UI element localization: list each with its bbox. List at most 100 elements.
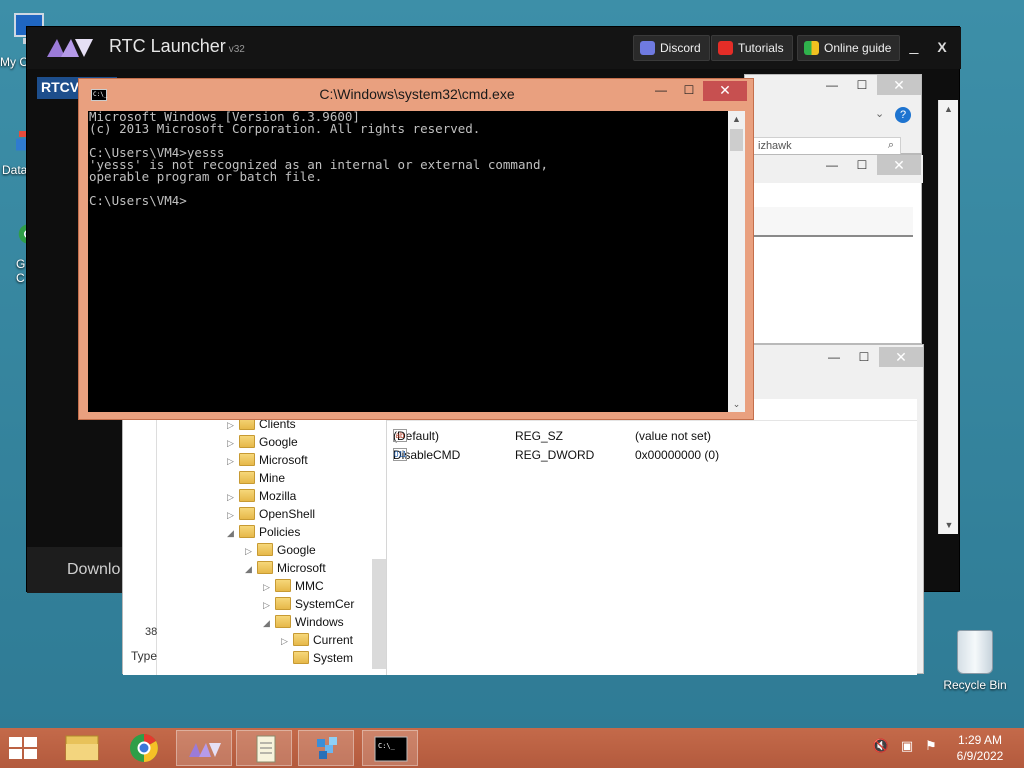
regedit-icon	[317, 737, 337, 759]
taskbar: C:\_ 🔇 ▣ ⚑ 1:29 AM 6/9/2022	[0, 728, 1024, 768]
minimize-icon[interactable]: —	[817, 75, 847, 95]
volume-muted-icon[interactable]: 🔇	[872, 738, 890, 756]
explorer-window-back: — ☐ ✕ ⌄ ? izhawk ⌕	[744, 74, 922, 155]
search-input[interactable]: izhawk ⌕	[753, 137, 901, 155]
action-center-icon[interactable]: ⚑	[922, 738, 940, 756]
cmd-scrollbar[interactable]: ▲ ⌄	[728, 111, 745, 412]
help-icon[interactable]: ?	[895, 107, 911, 123]
explorer-window-mid: — ☐ ✕	[744, 154, 923, 344]
address-dropdown-icon[interactable]: ⌄	[875, 107, 884, 120]
minimize-icon[interactable]: —	[647, 81, 675, 101]
windows-start-icon[interactable]	[8, 736, 38, 760]
notepad-icon	[256, 735, 276, 763]
registry-key-label: Mozilla	[259, 489, 297, 503]
registry-tree[interactable]: ▷ Clients ▷ Google ▷ Microsoft Mine ▷ Mozilla ▷ Op…	[157, 417, 387, 675]
maximize-icon[interactable]: ☐	[847, 155, 877, 175]
rtc-close-button[interactable]: X	[929, 35, 955, 61]
rtc-download-label[interactable]: Downlo	[27, 547, 123, 593]
folder-icon	[257, 561, 273, 574]
tree-scrollbar[interactable]	[372, 559, 386, 669]
close-icon[interactable]: ✕	[879, 347, 923, 367]
network-icon[interactable]: ▣	[898, 738, 916, 756]
registry-key-systemcer[interactable]: ▷ SystemCer	[263, 597, 354, 615]
folder-icon	[275, 615, 291, 628]
rtc-minimize-button[interactable]: _	[901, 35, 927, 61]
close-icon[interactable]: ✕	[703, 81, 747, 101]
registry-key-microsoft[interactable]: ◢ Microsoft	[245, 561, 326, 579]
registry-key-google[interactable]: ▷ Google	[245, 543, 316, 561]
value-data: (value not set)	[635, 429, 712, 443]
registry-values-list[interactable]: ab (Default) REG_SZ (value not set) 011 Disab…	[387, 399, 917, 675]
cmd-window[interactable]: C:\_ C:\Windows\system32\cmd.exe — ☐ ✕ M…	[78, 78, 754, 420]
rtc-title: RTC Launcher v32	[109, 36, 245, 56]
registry-key-label: MMC	[295, 579, 324, 593]
clock-date: 6/9/2022	[956, 749, 1004, 763]
rtc-version: v32	[228, 44, 245, 55]
scroll-up-icon[interactable]: ▲	[939, 104, 958, 114]
console-line: operable program or batch file.	[89, 169, 323, 184]
close-icon[interactable]: ✕	[877, 75, 921, 95]
minimize-icon[interactable]: —	[819, 347, 849, 367]
clock[interactable]: 1:29 AM 6/9/2022	[944, 732, 1016, 764]
expand-arrow-icon[interactable]: ▷	[263, 582, 275, 593]
registry-key-openshell[interactable]: ▷ OpenShell	[227, 507, 315, 525]
expand-arrow-icon[interactable]: ▷	[227, 510, 239, 521]
folder-icon	[275, 597, 291, 610]
desktop-icon-label: Recycle Bin	[943, 678, 1007, 692]
scroll-up-icon[interactable]: ▲	[728, 111, 745, 127]
expand-arrow-icon[interactable]: ▷	[227, 438, 239, 449]
expand-arrow-icon[interactable]: ◢	[245, 564, 257, 575]
online-guide-button[interactable]: Online guide	[797, 35, 901, 61]
registry-key-mine[interactable]: Mine	[227, 471, 285, 489]
close-icon[interactable]: ✕	[877, 155, 921, 175]
discord-button[interactable]: Discord	[633, 35, 710, 61]
registry-key-mozilla[interactable]: ▷ Mozilla	[227, 489, 296, 507]
registry-key-label: Google	[259, 435, 298, 449]
notepad-taskbar-button[interactable]	[236, 730, 292, 766]
regedit-taskbar-button[interactable]	[298, 730, 354, 766]
registry-value-row[interactable]: 011 DisableCMD REG_DWORD 0x00000000 (0)	[393, 448, 913, 466]
recycle-bin-icon	[957, 630, 993, 674]
folder-icon	[239, 489, 255, 502]
scroll-down-icon[interactable]: ▼	[939, 520, 959, 530]
expand-arrow-icon[interactable]: ▷	[263, 600, 275, 611]
maximize-icon[interactable]: ☐	[847, 75, 877, 95]
registry-key-current[interactable]: ▷ Current	[281, 633, 353, 651]
guide-icon	[804, 41, 819, 55]
rtc-taskbar-button[interactable]	[176, 730, 232, 766]
registry-key-google[interactable]: ▷ Google	[227, 435, 298, 453]
left-panel: 38 Type	[123, 417, 157, 675]
minimize-icon[interactable]: —	[817, 155, 847, 175]
file-explorer-taskbar-button[interactable]	[54, 730, 110, 766]
registry-key-label: System	[313, 651, 354, 665]
registry-key-label: OpenShell	[259, 507, 316, 521]
maximize-icon[interactable]: ☐	[675, 81, 703, 101]
expand-arrow-icon[interactable]: ◢	[227, 528, 239, 539]
expand-arrow-icon[interactable]: ▷	[227, 492, 239, 503]
expand-arrow-icon[interactable]: ▷	[227, 420, 239, 431]
registry-key-microsoft[interactable]: ▷ Microsoft	[227, 453, 308, 471]
expand-arrow-icon[interactable]: ▷	[227, 456, 239, 467]
expand-arrow-icon[interactable]: ◢	[263, 618, 275, 629]
value-data: 0x00000000 (0)	[635, 448, 720, 462]
registry-key-system[interactable]: System	[281, 651, 353, 669]
registry-key-policies[interactable]: ◢ Policies	[227, 525, 300, 543]
registry-key-mmc[interactable]: ▷ MMC	[263, 579, 324, 597]
string-value-icon: ab	[393, 429, 407, 442]
scroll-down-icon[interactable]: ⌄	[728, 396, 745, 412]
scroll-thumb[interactable]	[730, 129, 743, 151]
expand-arrow-icon[interactable]: ▷	[245, 546, 257, 557]
console-output[interactable]: Microsoft Windows [Version 6.3.9600] (c) …	[88, 110, 728, 412]
folder-icon	[257, 543, 273, 556]
cmd-taskbar-button[interactable]: C:\_	[362, 730, 418, 766]
type-column-header: Type	[131, 649, 158, 663]
chrome-taskbar-button[interactable]	[116, 730, 172, 766]
registry-key-windows[interactable]: ◢ Windows	[263, 615, 344, 633]
expand-arrow-icon[interactable]: ▷	[281, 636, 293, 647]
maximize-icon[interactable]: ☐	[849, 347, 879, 367]
registry-value-row[interactable]: ab (Default) REG_SZ (value not set)	[393, 429, 913, 447]
values-vertical-scrollbar[interactable]: ▲ ▼	[938, 100, 958, 534]
tutorials-button[interactable]: Tutorials	[711, 35, 793, 61]
search-icon: ⌕	[887, 139, 894, 151]
desktop-icon-recycle-bin[interactable]: Recycle Bin	[940, 630, 1010, 692]
